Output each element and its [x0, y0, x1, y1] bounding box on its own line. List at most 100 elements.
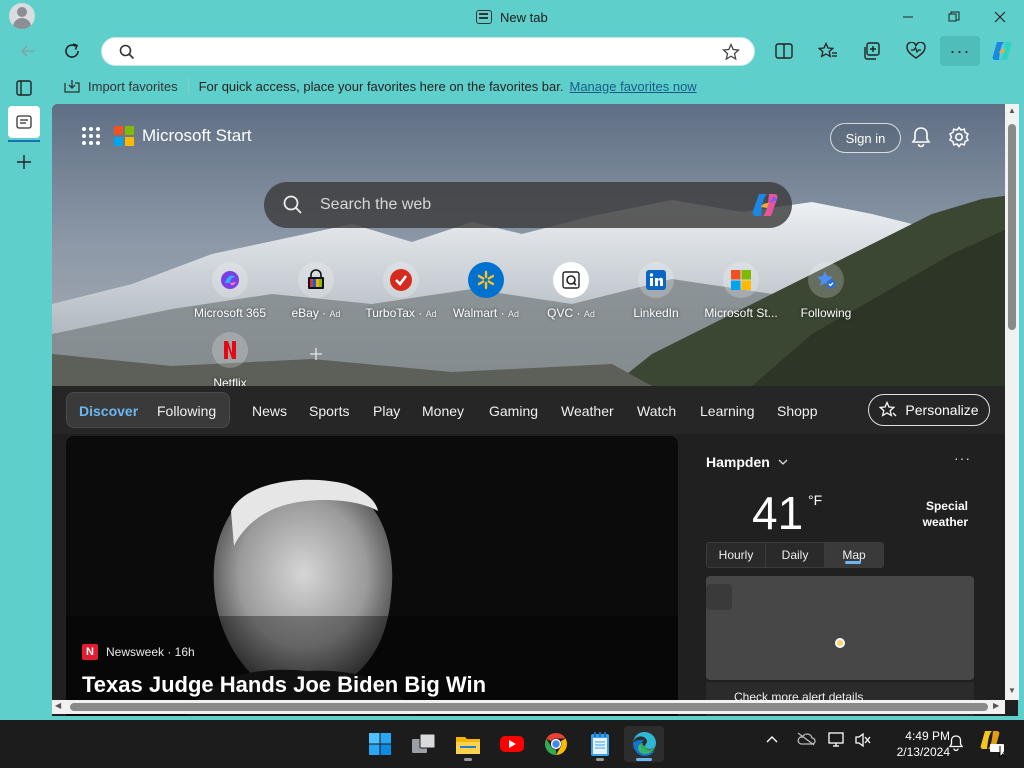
nav-discover[interactable]: Discover: [79, 403, 138, 419]
tab-title: New tab: [500, 9, 548, 25]
youtube-app-button[interactable]: [492, 726, 532, 762]
nav-learning[interactable]: Learning: [700, 403, 755, 419]
add-quick-link-button[interactable]: [278, 346, 354, 367]
chrome-button[interactable]: [536, 726, 576, 762]
app-launcher-icon[interactable]: [82, 127, 100, 145]
manage-favorites-link[interactable]: Manage favorites now: [570, 79, 697, 94]
split-screen-button[interactable]: [768, 36, 800, 66]
weather-tab-map[interactable]: Map: [825, 543, 883, 567]
start-button[interactable]: [360, 726, 400, 762]
new-tab-plus-button[interactable]: [8, 146, 40, 178]
nav-sports[interactable]: Sports: [309, 403, 349, 419]
page-settings-gear-icon[interactable]: [948, 126, 970, 153]
tab-actions-menu-button[interactable]: [8, 72, 40, 104]
browser-toolbar: ···: [0, 34, 1024, 68]
special-weather-label[interactable]: Special weather: [908, 498, 968, 530]
quick-link-walmart[interactable]: Walmart · Ad: [448, 262, 524, 320]
profile-avatar-icon[interactable]: [9, 3, 35, 29]
map-control-button[interactable]: [706, 584, 732, 610]
quick-link-label: QVC: [547, 306, 574, 320]
browser-essentials-button[interactable]: [900, 36, 932, 66]
favorites-button[interactable]: [812, 36, 844, 66]
nav-shopping[interactable]: Shopp: [777, 403, 817, 419]
news-headline[interactable]: Texas Judge Hands Joe Biden Big Win: [82, 672, 486, 698]
refresh-button[interactable]: [56, 36, 88, 66]
weather-temperature: 41: [752, 487, 804, 539]
back-button[interactable]: [12, 36, 44, 66]
address-input[interactable]: [146, 42, 706, 62]
nav-gaming[interactable]: Gaming: [489, 403, 538, 419]
web-search-box[interactable]: Search the web: [264, 182, 792, 228]
walmart-icon: [468, 262, 504, 298]
nav-money[interactable]: Money: [422, 403, 464, 419]
weather-card: Hampden ··· 41 °F Special weather Hourly…: [692, 436, 992, 716]
nav-play[interactable]: Play: [373, 403, 400, 419]
minimize-button[interactable]: [888, 4, 928, 30]
scroll-left-icon[interactable]: ◀: [55, 701, 61, 710]
microsoft-logo-icon: [114, 126, 134, 146]
quick-link-qvc[interactable]: QVC · Ad: [533, 262, 609, 320]
weather-map[interactable]: [706, 576, 974, 680]
horizontal-scroll-thumb[interactable]: [70, 703, 988, 711]
collections-button[interactable]: [856, 36, 888, 66]
settings-more-button[interactable]: ···: [940, 36, 980, 66]
quick-link-label: Netflix: [213, 376, 247, 386]
scroll-up-icon[interactable]: ▲: [1008, 106, 1016, 115]
sign-in-button[interactable]: Sign in: [830, 123, 901, 153]
network-icon[interactable]: [828, 732, 846, 751]
task-view-button[interactable]: [404, 726, 444, 762]
volume-muted-icon[interactable]: [854, 732, 872, 751]
system-clock[interactable]: 4:49 PM 2/13/2024: [880, 728, 950, 760]
nav-weather[interactable]: Weather: [561, 403, 614, 419]
ms-start-brand[interactable]: Microsoft Start: [142, 126, 252, 146]
notepad-button[interactable]: [580, 726, 620, 762]
vertical-scrollbar[interactable]: ▲ ▼: [1005, 104, 1019, 700]
copilot-icon[interactable]: [750, 192, 780, 223]
address-bar[interactable]: [101, 37, 755, 66]
notifications-bell-icon[interactable]: [948, 734, 964, 755]
favorite-star-icon[interactable]: [721, 42, 741, 66]
running-indicator: [596, 758, 604, 761]
weather-location-dropdown[interactable]: Hampden: [706, 454, 788, 470]
quick-link-ebay[interactable]: eBay · Ad: [278, 262, 354, 320]
quick-link-linkedin[interactable]: LinkedIn: [618, 262, 694, 320]
quick-link-microsoft-365[interactable]: Microsoft 365: [192, 262, 268, 320]
nav-following[interactable]: Following: [157, 403, 216, 419]
import-favorites-button[interactable]: Import favorites: [64, 79, 178, 94]
nav-watch[interactable]: Watch: [637, 403, 676, 419]
vertical-scroll-thumb[interactable]: [1008, 124, 1016, 330]
scroll-down-icon[interactable]: ▼: [1008, 686, 1016, 695]
show-hidden-icons-chevron-icon[interactable]: [765, 732, 779, 747]
chrome-icon: [544, 733, 567, 755]
top-story-card[interactable]: N Newsweek · 16h Texas Judge Hands Joe B…: [66, 436, 678, 716]
quick-link-turbotax[interactable]: TurboTax · Ad: [363, 262, 439, 320]
personalize-label: Personalize: [905, 402, 979, 418]
personalize-button[interactable]: Personalize: [868, 394, 990, 426]
quick-link-netflix[interactable]: Netflix: [192, 332, 268, 386]
notifications-bell-icon[interactable]: [910, 126, 932, 153]
feed-nav-bar: Discover Following News Sports Play Mone…: [52, 386, 1018, 434]
restore-button[interactable]: [934, 4, 974, 30]
edge-button[interactable]: [624, 726, 664, 762]
ebay-icon: [298, 262, 334, 298]
file-explorer-button[interactable]: [448, 726, 488, 762]
weather-more-options-button[interactable]: ···: [954, 450, 971, 466]
onedrive-offline-icon[interactable]: [796, 732, 816, 749]
import-favorites-label: Import favorites: [88, 78, 178, 94]
linkedin-icon: [638, 262, 674, 298]
ad-badge: Ad: [425, 309, 437, 319]
quick-link-microsoft-store[interactable]: Microsoft St...: [703, 262, 779, 320]
weather-tab-daily[interactable]: Daily: [766, 543, 825, 567]
tab-new-tab[interactable]: New tab: [476, 8, 548, 26]
scroll-right-icon[interactable]: ▶: [993, 701, 999, 710]
copilot-preview-icon[interactable]: [978, 728, 1007, 761]
quick-link-following[interactable]: Following: [788, 262, 864, 320]
weather-unit[interactable]: °F: [808, 492, 822, 508]
close-button[interactable]: [980, 4, 1020, 30]
horizontal-scrollbar[interactable]: ◀ ▶: [52, 700, 1005, 714]
vertical-tab-new-tab[interactable]: [8, 106, 40, 138]
copilot-button[interactable]: [986, 36, 1018, 66]
weather-tab-hourly[interactable]: Hourly: [707, 543, 766, 567]
notepad-icon: [591, 732, 609, 756]
nav-news[interactable]: News: [252, 403, 287, 419]
